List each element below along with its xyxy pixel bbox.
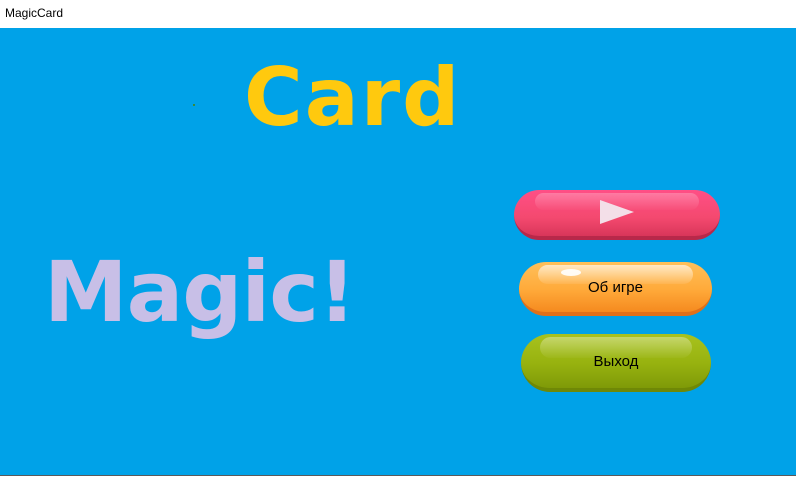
about-game-button[interactable]: Об игре bbox=[519, 262, 712, 316]
title-bar[interactable]: MagicCard bbox=[0, 0, 796, 28]
button-highlight bbox=[561, 269, 581, 276]
logo-magic-text: Magic! bbox=[44, 243, 356, 341]
play-icon bbox=[600, 200, 634, 224]
decorative-speck bbox=[193, 104, 195, 106]
game-canvas: Card Magic! Об игре Выход bbox=[0, 28, 796, 475]
exit-button[interactable]: Выход bbox=[521, 334, 711, 392]
exit-label: Выход bbox=[593, 352, 639, 370]
play-button[interactable] bbox=[514, 190, 720, 240]
app-window: MagicCard Card Magic! Об игре Выход bbox=[0, 0, 796, 479]
logo-card-text: Card bbox=[244, 51, 462, 144]
window-title: MagicCard bbox=[5, 6, 64, 20]
about-game-label: Об игре bbox=[588, 278, 643, 296]
window-bottom-border bbox=[0, 475, 796, 476]
